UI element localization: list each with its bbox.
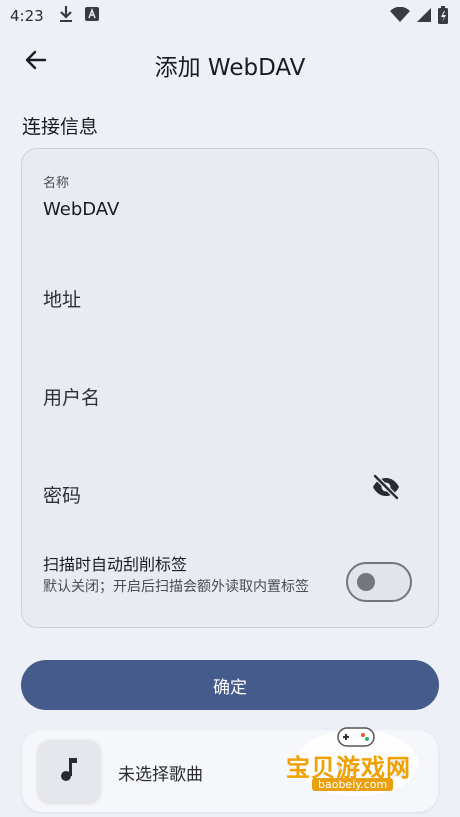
music-note-icon — [59, 756, 79, 786]
download-icon — [58, 5, 74, 27]
battery-icon — [438, 6, 448, 28]
username-field[interactable]: 用户名 — [22, 345, 438, 441]
scrape-setting-title: 扫描时自动刮削标签 — [43, 555, 188, 574]
confirm-button[interactable]: 确定 — [21, 660, 439, 710]
eye-off-icon — [371, 474, 401, 504]
name-field[interactable]: 名称 WebDAV — [22, 149, 438, 245]
connection-card: 名称 WebDAV 地址 用户名 密码 扫描时自动刮削标签 默认关闭；开启后扫描… — [21, 148, 439, 628]
scrape-setting-description: 默认关闭；开启后扫描会额外读取内置标签 — [43, 579, 309, 595]
toggle-password-visibility-button[interactable] — [370, 473, 402, 505]
address-field[interactable]: 地址 — [22, 247, 438, 343]
name-field-value: WebDAV — [43, 199, 120, 220]
font-app-icon — [84, 6, 100, 26]
password-field[interactable]: 密码 — [22, 443, 438, 539]
password-placeholder: 密码 — [43, 485, 82, 507]
page-title: 添加 WebDAV — [154, 55, 306, 81]
cell-signal-icon — [416, 7, 432, 27]
watermark-logo: 宝贝游戏网 baobeiy.com — [286, 722, 432, 802]
player-track-title: 未选择歌曲 — [118, 765, 203, 785]
status-time: 4:23 — [10, 7, 44, 25]
album-art — [38, 740, 100, 802]
username-placeholder: 用户名 — [43, 387, 101, 409]
status-bar: 4:23 — [0, 0, 460, 32]
watermark-url: baobeiy.com — [312, 778, 394, 791]
app-bar: 添加 WebDAV — [0, 36, 460, 88]
scrape-toggle[interactable] — [346, 562, 412, 602]
toggle-knob — [357, 573, 375, 591]
gamepad-icon — [334, 724, 378, 750]
address-placeholder: 地址 — [43, 289, 82, 311]
wifi-icon — [390, 6, 410, 27]
name-field-label: 名称 — [43, 176, 70, 191]
section-title: 连接信息 — [22, 116, 99, 138]
